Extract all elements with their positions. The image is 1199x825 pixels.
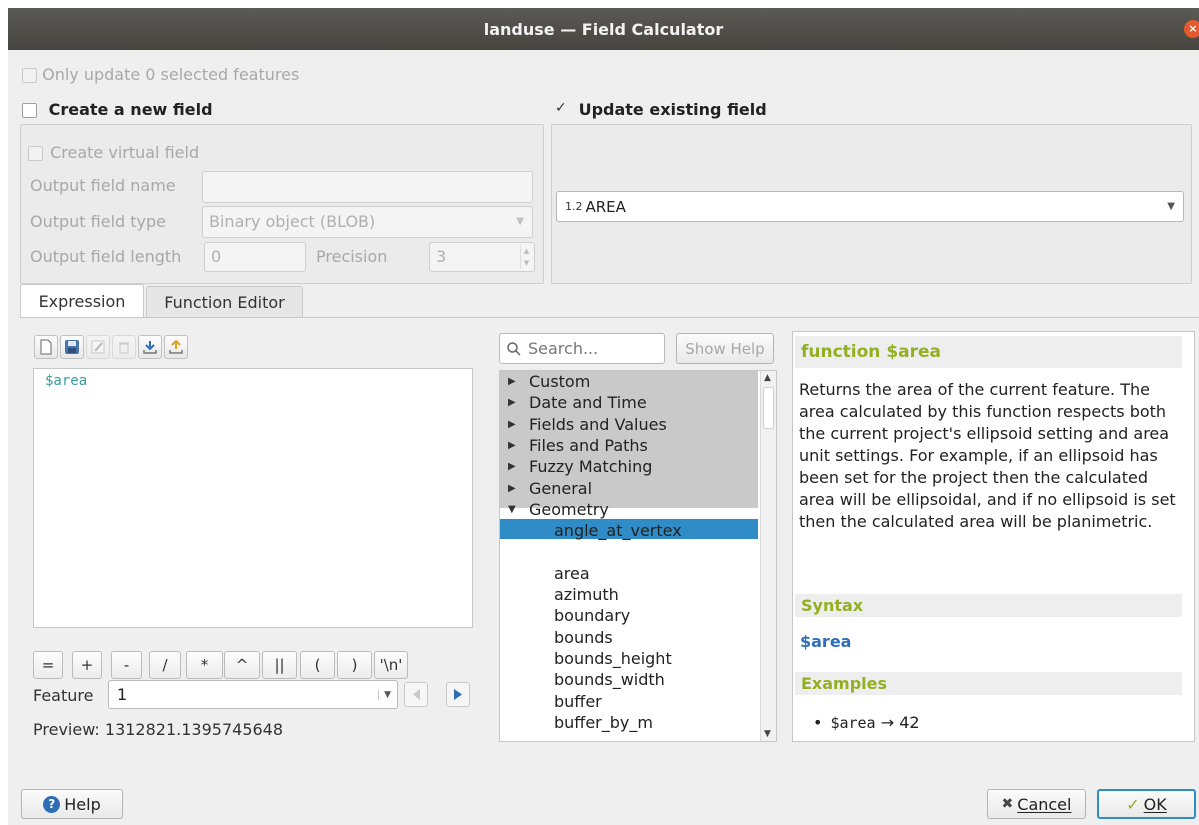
expression-editor[interactable]: $area <box>33 368 473 628</box>
help-syntax-heading: Syntax <box>795 594 1182 617</box>
tree-function-item[interactable]: bounds <box>554 627 613 648</box>
chevron-down-icon: ▼ <box>516 216 524 227</box>
search-input[interactable]: Search... <box>499 333 665 364</box>
export-icon[interactable] <box>164 335 188 359</box>
help-title: function $area <box>795 336 1182 368</box>
operator-open-paren-button[interactable]: ( <box>300 651 335 679</box>
checkbox-icon: ✓ <box>555 100 567 116</box>
scroll-down-icon[interactable]: ▼ <box>764 729 771 739</box>
help-examples-heading: Examples <box>795 672 1182 695</box>
checkbox-icon <box>22 103 37 118</box>
tree-function-item[interactable]: angle_at_vertex <box>554 520 682 541</box>
cancel-button[interactable]: ✖ Cancel <box>987 789 1086 819</box>
collapsed-arrow-icon[interactable]: ▶ <box>508 392 516 413</box>
chevron-down-icon: ▼ <box>1167 201 1175 212</box>
precision-label: Precision <box>316 247 388 266</box>
tab-function-editor[interactable]: Function Editor <box>146 286 303 318</box>
operator-close-paren-button[interactable]: ) <box>337 651 372 679</box>
spin-arrows-icon[interactable]: ▲ ▼ <box>520 245 532 269</box>
help-example-item: • $area → 42 <box>813 713 920 732</box>
operator-power-button[interactable]: ^ <box>224 651 260 679</box>
create-new-field-checkbox[interactable]: Create a new field <box>22 100 213 119</box>
help-button[interactable]: ? Help <box>21 789 123 819</box>
operator-equals-button[interactable]: = <box>33 651 63 679</box>
only-update-selected-checkbox[interactable]: Only update 0 selected features <box>22 65 299 84</box>
triangle-right-icon <box>454 689 462 700</box>
preview-value: 1312821.1395745648 <box>104 720 284 739</box>
operator-plus-button[interactable]: + <box>72 651 102 679</box>
import-icon[interactable] <box>138 335 162 359</box>
output-field-length-input[interactable]: 0 <box>204 242 306 272</box>
output-field-type-label: Output field type <box>30 212 167 231</box>
search-icon <box>507 341 521 356</box>
expanded-arrow-icon[interactable]: ▼ <box>508 499 516 520</box>
operator-divide-button[interactable]: / <box>149 651 181 679</box>
collapsed-arrow-icon[interactable]: ▶ <box>508 456 516 477</box>
expression-text[interactable]: $area <box>45 373 87 389</box>
tree-function-item[interactable]: buffer <box>554 691 602 712</box>
precision-spinbox[interactable]: 3 ▲ ▼ <box>429 242 535 272</box>
scroll-up-icon[interactable]: ▲ <box>764 373 771 383</box>
next-feature-button[interactable] <box>446 682 470 707</box>
delete-icon[interactable] <box>112 335 136 359</box>
ok-button[interactable]: ✓ OK <box>1097 789 1196 819</box>
output-field-type-combo[interactable]: Binary object (BLOB) ▼ <box>202 206 533 238</box>
edit-icon[interactable] <box>86 335 110 359</box>
new-file-icon[interactable] <box>34 335 58 359</box>
help-panel: function $area Returns the area of the c… <box>792 331 1195 742</box>
checkmark-icon: ✓ <box>1126 794 1140 814</box>
operator-minus-button[interactable]: - <box>111 651 142 679</box>
checkbox-icon <box>28 146 43 161</box>
title-bar: landuse — Field Calculator × <box>8 8 1199 50</box>
save-icon[interactable] <box>60 335 84 359</box>
operator-newline-button[interactable]: '\n' <box>374 651 408 679</box>
output-field-name-input[interactable] <box>202 171 533 203</box>
create-virtual-field-checkbox[interactable]: Create virtual field <box>28 143 199 162</box>
show-help-button[interactable]: Show Help <box>676 333 774 364</box>
tree-function-item[interactable]: buffer_by_m <box>554 712 653 733</box>
existing-field-value: AREA <box>585 197 626 216</box>
tree-function-item[interactable]: bounds_height <box>554 648 672 669</box>
preview-label: Preview: <box>33 720 100 739</box>
output-field-name-label: Output field name <box>30 176 176 195</box>
operator-concat-button[interactable]: || <box>262 651 297 679</box>
chevron-down-icon: ▼ <box>378 689 391 700</box>
tree-function-item[interactable]: $area <box>554 541 600 562</box>
help-icon: ? <box>43 795 61 813</box>
existing-field-combo[interactable]: 1.2 AREA ▼ <box>556 191 1184 222</box>
cancel-x-icon: ✖ <box>1001 796 1014 812</box>
field-calculator-dialog: landuse — Field Calculator × Only update… <box>8 8 1199 825</box>
checkbox-icon <box>22 68 37 83</box>
window-title: landuse — Field Calculator <box>483 19 724 39</box>
collapsed-arrow-icon[interactable]: ▶ <box>508 478 516 499</box>
tree-function-item[interactable]: bounds_width <box>554 669 665 690</box>
collapsed-arrow-icon[interactable]: ▶ <box>508 371 516 392</box>
help-description: Returns the area of the current feature.… <box>799 380 1176 531</box>
function-tree[interactable]: ▶ Custom ▶ Date and Time ▶ Fields and Values ▶… <box>499 370 777 742</box>
scrollbar-thumb[interactable] <box>763 387 774 429</box>
triangle-left-icon <box>413 689 420 700</box>
field-type-badge: 1.2 <box>565 200 583 213</box>
feature-combo[interactable]: 1 ▼ <box>108 680 398 709</box>
tree-function-item[interactable]: azimuth <box>554 584 619 605</box>
tree-function-item[interactable]: boundary <box>554 605 630 626</box>
tab-expression[interactable]: Expression <box>20 284 144 318</box>
help-syntax: $area <box>800 632 852 651</box>
collapsed-arrow-icon[interactable]: ▶ <box>508 435 516 456</box>
previous-feature-button[interactable] <box>404 682 428 707</box>
feature-label: Feature <box>33 686 94 705</box>
collapsed-arrow-icon[interactable]: ▶ <box>508 414 516 435</box>
output-field-length-label: Output field length <box>30 247 182 266</box>
close-icon[interactable]: × <box>1184 20 1199 38</box>
operator-multiply-button[interactable]: * <box>186 651 223 679</box>
tree-scrollbar[interactable]: ▲ ▼ <box>760 371 776 741</box>
preview-row: Preview: 1312821.1395745648 <box>33 720 283 739</box>
tree-function-item[interactable]: area <box>554 563 590 584</box>
update-existing-field-checkbox[interactable]: ✓ Update existing field <box>554 100 767 119</box>
